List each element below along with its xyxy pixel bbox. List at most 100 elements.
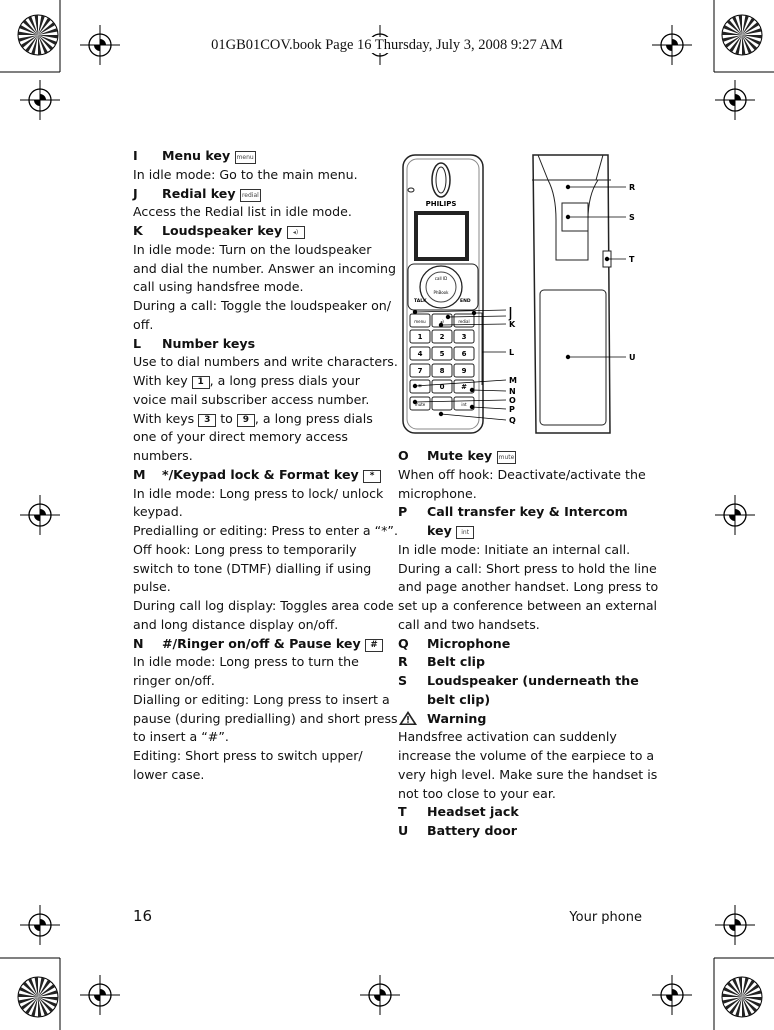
- handset-key-label: redial: [458, 319, 469, 324]
- callout-label-k: K: [509, 320, 516, 329]
- body-line: one of your direct memory access: [133, 428, 383, 447]
- entry-title: N #/Ringer on/off & Pause key #: [133, 635, 384, 654]
- body-line: Off hook: Long press to temporarily: [133, 541, 383, 560]
- body-line: When off hook: Deactivate/activate the: [398, 466, 648, 485]
- entry-s: S Loudspeaker (underneath the belt clip): [398, 672, 648, 710]
- body-text: Handsfree activation can suddenly: [398, 729, 617, 745]
- entry-j: J Redial key redial Access the Redial list…: [133, 185, 383, 223]
- handset-key-label: 1: [418, 333, 423, 341]
- body-text: With keys: [133, 410, 199, 426]
- handset-diagram: PHILIPScall IDPhBookTALK ENDmenu ◂) redial1…: [402, 154, 636, 434]
- body-text: Dialling or editing: Long press to inser…: [133, 691, 390, 707]
- entry-title-text: Redial key: [162, 185, 236, 201]
- body-text: , a long press dials: [254, 410, 373, 426]
- entry-title-text: belt clip): [427, 691, 491, 707]
- body-line: In idle mode: Long press to turn the: [133, 653, 383, 672]
- entry-title-text: Mute key: [427, 448, 493, 463]
- body-line: and page another handset. Long press to: [398, 578, 658, 597]
- entry-title-text: Belt clip: [427, 654, 485, 670]
- entry-title: P Call transfer key & Intercom: [398, 503, 648, 522]
- entry-title-text: Headset jack: [427, 804, 519, 820]
- body-text: increase the volume of the earpiece to a: [398, 748, 655, 763]
- body-line: Handsfree activation can suddenly: [398, 728, 648, 747]
- body-text: off.: [133, 316, 154, 332]
- entry-i: I Menu key menu In idle mode: Go to the ma…: [133, 147, 383, 185]
- entry-letter: S: [398, 673, 408, 688]
- handset-key-label: 5: [440, 350, 445, 358]
- body-text: Use to dial numbers and write characters…: [133, 354, 398, 370]
- entry-m: M */Keypad lock & Format key * In idle mod…: [133, 466, 398, 635]
- entry-k: K Loudspeaker key ◂) In idle mode: Turn on…: [133, 222, 396, 335]
- entry-title: Warning: [398, 710, 648, 729]
- body-line: and long distance display on/off.: [133, 616, 383, 635]
- body-line: pulse.: [133, 578, 383, 597]
- body-line: and dial the number. Answer an incoming: [133, 260, 396, 279]
- body-line: With keys 3 to 9, a long press dials: [133, 410, 383, 429]
- entry-title: S Loudspeaker (underneath the: [398, 672, 648, 691]
- callout-label-t: T: [629, 255, 635, 264]
- callout-label-o: O: [509, 396, 516, 405]
- body-text: call using handsfree mode.: [133, 279, 304, 295]
- body-line: call using handsfree mode.: [133, 278, 383, 297]
- display-screen: [418, 215, 465, 257]
- entry-title-text: key: [427, 523, 452, 538]
- entry-r: R Belt clip: [398, 653, 648, 672]
- entry-letter: T: [398, 804, 407, 820]
- left-column: I Menu key menu In idle mode: Go to the ma…: [133, 147, 398, 785]
- end-label: END: [460, 298, 471, 304]
- phbook-label: PhBook: [434, 290, 450, 295]
- body-line: During a call: Short press to hold the l…: [398, 560, 657, 579]
- body-text: Editing: Short press to switch upper/: [133, 748, 363, 763]
- registration-fill: [729, 94, 741, 106]
- entry-letter: N: [133, 635, 144, 651]
- body-line: microphone.: [398, 485, 648, 504]
- body-text: not too close to your ear.: [398, 785, 556, 801]
- handset-key-label: 6: [462, 350, 467, 358]
- entry-title: R Belt clip: [398, 653, 648, 672]
- body-line: not too close to your ear.: [398, 785, 648, 804]
- body-line: Predialling or editing: Press to enter a…: [133, 522, 398, 541]
- body-text: pause (during predialling) and short pre…: [133, 710, 398, 726]
- body-text: set up a conference between an external: [398, 598, 658, 613]
- callout-label-r: R: [629, 183, 635, 192]
- body-text: Access the Redial list in idle mode.: [133, 204, 352, 220]
- body-line: Access the Redial list in idle mode.: [133, 203, 383, 222]
- entry-title: I Menu key menu: [133, 147, 383, 166]
- crop-lines: [0, 0, 774, 1030]
- handset-key-label: #: [461, 383, 467, 391]
- body-line: In idle mode: Turn on the loudspeaker: [133, 241, 383, 260]
- entry-title-text: Call transfer key & Intercom: [427, 504, 628, 520]
- entry-o: O Mute key mute When off hook: Deactivate/…: [398, 447, 648, 503]
- body-text: , a long press dials your: [209, 373, 360, 388]
- body-line: Use to dial numbers and write characters…: [133, 353, 398, 372]
- body-text: Off hook: Long press to temporarily: [133, 541, 357, 557]
- right-column: O Mute key mute When off hook: Deactivate/…: [398, 447, 658, 841]
- registration-fill: [729, 509, 741, 521]
- body-text: In idle mode: Initiate an internal call.: [398, 541, 631, 557]
- entry-title-text: Microphone: [427, 635, 511, 651]
- registration-fill: [729, 919, 741, 931]
- body-text: pulse.: [133, 579, 171, 595]
- body-text: With key: [133, 373, 192, 388]
- body-line: increase the volume of the earpiece to a: [398, 747, 654, 766]
- entry-letter: M: [133, 466, 146, 482]
- body-line: In idle mode: Long press to lock/ unlock: [133, 485, 383, 504]
- handset-key-label: int: [461, 402, 467, 407]
- entry-letter: K: [133, 223, 143, 238]
- handset-key: [431, 396, 453, 411]
- handset-key-label: 4: [418, 350, 423, 358]
- body-line: set up a conference between an external: [398, 597, 657, 616]
- body-text: When off hook: Deactivate/activate the: [398, 466, 646, 482]
- entry-title: U Battery door: [398, 822, 648, 841]
- entry-t: T Headset jack: [398, 803, 648, 822]
- callout-label-u: U: [629, 353, 636, 362]
- entry-title: O Mute key mute: [398, 447, 648, 466]
- key-icon-redial: redial: [239, 188, 261, 202]
- registration-fill: [374, 989, 386, 1001]
- entry-title-text: Battery door: [427, 823, 518, 838]
- key-icon-9: 9: [236, 413, 255, 427]
- body-text: and long distance display on/off.: [133, 616, 339, 632]
- entry-title: belt clip): [398, 691, 648, 710]
- body-text: In idle mode: Long press to lock/ unlock: [133, 485, 384, 501]
- entry-title: Q Microphone: [398, 635, 648, 654]
